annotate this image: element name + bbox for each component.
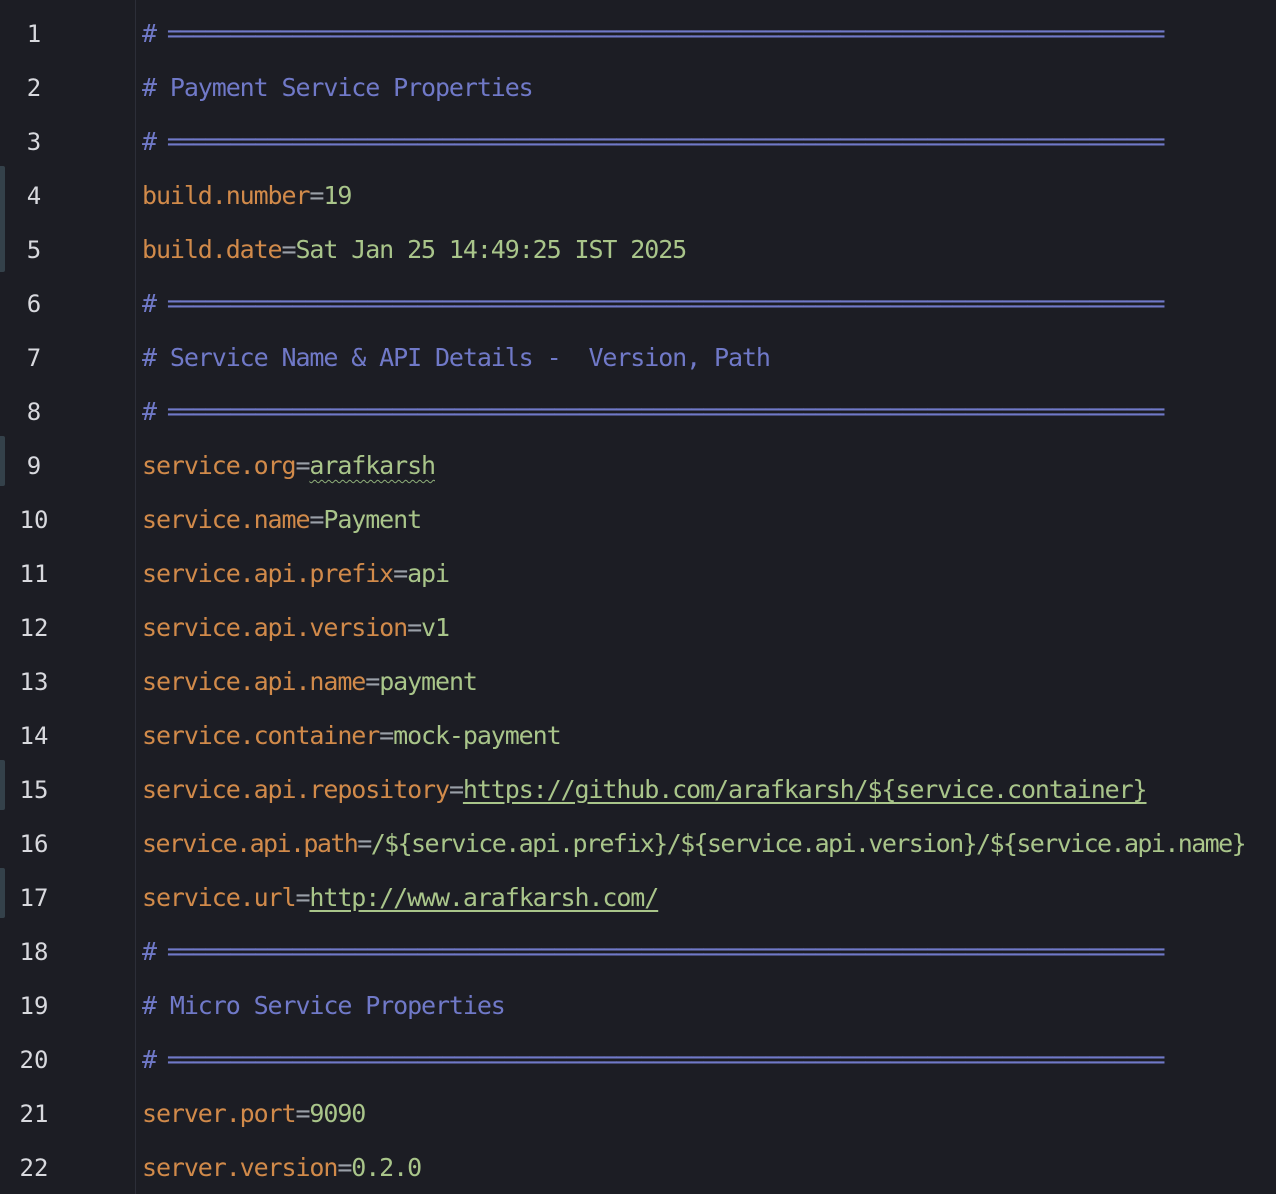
line-number: 3 bbox=[26, 128, 42, 156]
line-number: 10 bbox=[19, 506, 49, 534]
property-key: service.org bbox=[142, 451, 297, 480]
code-line-13[interactable]: 13 service.api.name=payment bbox=[0, 652, 1276, 706]
property-key: server.version bbox=[142, 1153, 338, 1182]
property-key: service.api.name bbox=[142, 667, 366, 696]
code-line-12[interactable]: 12 service.api.version=v1 bbox=[0, 598, 1276, 652]
equals-sign: = bbox=[337, 1153, 352, 1182]
code-line-2[interactable]: 2 # Payment Service Properties bbox=[0, 58, 1276, 112]
equals-sign: = bbox=[407, 613, 422, 642]
property-key: service.api.version bbox=[142, 613, 408, 642]
line-number: 4 bbox=[26, 182, 42, 210]
property-value: 0.2.0 bbox=[351, 1153, 422, 1182]
property-value: v1 bbox=[421, 613, 450, 642]
property-value: mock-payment bbox=[393, 721, 562, 750]
equals-sign: = bbox=[448, 775, 464, 804]
property-value: 9090 bbox=[309, 1099, 366, 1128]
line-number: 16 bbox=[19, 830, 49, 858]
property-key: server.port bbox=[142, 1099, 297, 1128]
comment-text: # ======================================… bbox=[142, 289, 1166, 318]
comment-text: # ======================================… bbox=[142, 397, 1166, 426]
line-number: 21 bbox=[19, 1100, 49, 1128]
code-line-7[interactable]: 7 # Service Name & API Details - Version… bbox=[0, 328, 1276, 382]
line-number: 15 bbox=[19, 776, 49, 804]
equals-sign: = bbox=[295, 451, 310, 480]
line-number: 20 bbox=[19, 1046, 49, 1074]
code-line-21[interactable]: 21 server.port=9090 bbox=[0, 1084, 1276, 1138]
property-value: 19 bbox=[323, 181, 352, 210]
code-line-16[interactable]: 16 service.api.path=/${service.api.prefi… bbox=[0, 814, 1276, 868]
code-line-8[interactable]: 8 # ====================================… bbox=[0, 382, 1276, 436]
line-number: 14 bbox=[19, 722, 49, 750]
equals-sign: = bbox=[295, 883, 310, 912]
line-number: 9 bbox=[26, 452, 42, 480]
comment-text: # ======================================… bbox=[142, 1045, 1166, 1074]
equals-sign: = bbox=[393, 559, 408, 588]
equals-sign: = bbox=[365, 667, 380, 696]
code-line-1[interactable]: 1 # ====================================… bbox=[0, 4, 1276, 58]
comment-text: # ======================================… bbox=[142, 127, 1166, 156]
code-line-17[interactable]: 17 service.url=http://www.arafkarsh.com/ bbox=[0, 868, 1276, 922]
code-line-10[interactable]: 10 service.name=Payment bbox=[0, 490, 1276, 544]
property-key: build.number bbox=[142, 181, 311, 210]
property-value: arafkarsh bbox=[309, 451, 436, 480]
line-number: 2 bbox=[26, 74, 42, 102]
repository-link[interactable]: https://github.com/arafkarsh/${service.c… bbox=[463, 775, 1148, 804]
equals-sign: = bbox=[379, 721, 394, 750]
property-value: /${service.api.prefix}/${service.api.ver… bbox=[370, 829, 1247, 858]
line-number: 1 bbox=[26, 20, 42, 48]
line-number: 11 bbox=[19, 560, 49, 588]
equals-sign: = bbox=[281, 235, 297, 264]
code-line-6[interactable]: 6 # ====================================… bbox=[0, 274, 1276, 328]
line-number: 18 bbox=[19, 938, 49, 966]
code-line-5[interactable]: 5 build.date=Sat Jan 25 14:49:25 IST 202… bbox=[0, 220, 1276, 274]
property-value: api bbox=[407, 559, 450, 588]
code-line-14[interactable]: 14 service.container=mock-payment bbox=[0, 706, 1276, 760]
line-number: 8 bbox=[26, 398, 42, 426]
code-line-18[interactable]: 18 # ===================================… bbox=[0, 922, 1276, 976]
code-line-19[interactable]: 19 # Micro Service Properties bbox=[0, 976, 1276, 1030]
comment-text: # Service Name & API Details - Version, … bbox=[142, 343, 771, 372]
equals-sign: = bbox=[309, 181, 324, 210]
property-key: service.name bbox=[142, 505, 311, 534]
line-number: 17 bbox=[19, 884, 49, 912]
property-value: Sat Jan 25 14:49:25 IST 2025 bbox=[295, 235, 687, 264]
line-number: 22 bbox=[19, 1154, 49, 1182]
code-line-15[interactable]: 15 service.api.repository=https://github… bbox=[0, 760, 1276, 814]
property-key: service.api.repository bbox=[142, 775, 450, 804]
property-key: service.api.prefix bbox=[142, 559, 394, 588]
comment-text: # Payment Service Properties bbox=[142, 73, 534, 102]
equals-sign: = bbox=[357, 829, 372, 858]
line-number: 6 bbox=[26, 290, 42, 318]
line-number: 5 bbox=[26, 236, 42, 264]
line-number: 12 bbox=[19, 614, 49, 642]
service-url-link[interactable]: http://www.arafkarsh.com/ bbox=[309, 883, 659, 912]
code-line-11[interactable]: 11 service.api.prefix=api bbox=[0, 544, 1276, 598]
property-key: service.api.path bbox=[142, 829, 359, 858]
code-line-22[interactable]: 22 server.version=0.2.0 bbox=[0, 1138, 1276, 1192]
line-number: 13 bbox=[19, 668, 49, 696]
equals-sign: = bbox=[295, 1099, 310, 1128]
property-value: Payment bbox=[323, 505, 422, 534]
comment-text: # Micro Service Properties bbox=[142, 991, 506, 1020]
line-number: 7 bbox=[26, 344, 42, 372]
line-number: 19 bbox=[19, 992, 49, 1020]
code-line-4[interactable]: 4 build.number=19 bbox=[0, 166, 1276, 272]
property-key: service.container bbox=[142, 721, 380, 750]
code-line-20[interactable]: 20 # ===================================… bbox=[0, 1030, 1276, 1084]
code-line-3[interactable]: 3 # ====================================… bbox=[0, 112, 1276, 166]
code-editor[interactable]: 1 # ====================================… bbox=[0, 0, 1276, 1194]
property-key: service.url bbox=[142, 883, 297, 912]
property-value: payment bbox=[379, 667, 478, 696]
equals-sign: = bbox=[309, 505, 324, 534]
property-key: build.date bbox=[142, 235, 283, 264]
comment-text: # ======================================… bbox=[142, 19, 1166, 48]
comment-text: # ======================================… bbox=[142, 937, 1166, 966]
code-line-9[interactable]: 9 service.org=arafkarsh bbox=[0, 436, 1276, 490]
